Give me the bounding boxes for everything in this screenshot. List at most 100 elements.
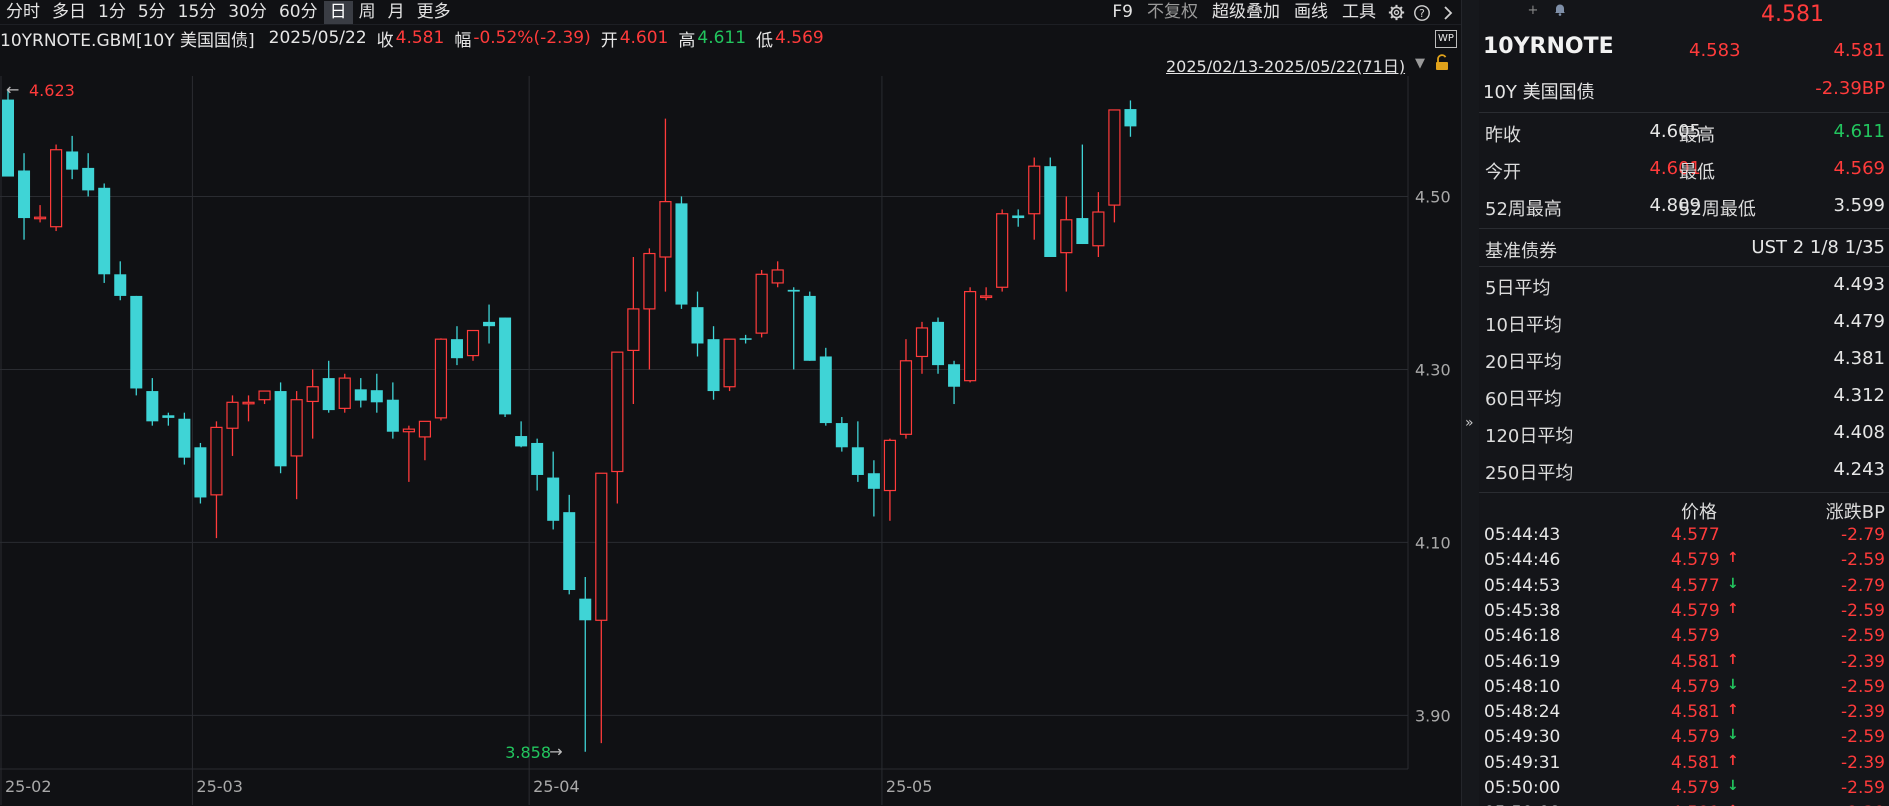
stat-label: 52周最低 [1679, 199, 1756, 220]
period-tab[interactable]: 30分 [222, 1, 273, 24]
period-tab[interactable]: 1分 [92, 1, 132, 24]
dropdown-arrow-icon[interactable]: ▼ [1415, 56, 1425, 71]
period-toolbar: 分时 多日 1分 5分 15分 30分 60分 日 周 月 更多 F9 不复权 … [0, 0, 1461, 25]
adjust-button[interactable]: 不复权 [1140, 0, 1205, 25]
candle-body [274, 391, 287, 467]
tick-time: 05:46:19 [1484, 651, 1561, 672]
candle-body [851, 447, 864, 475]
change-bp: -2.39BP [1815, 78, 1885, 99]
candle-body [899, 360, 913, 435]
ma-value: 4.312 [1833, 385, 1885, 406]
date-range-selector[interactable]: 2025/02/13-2025/05/22(71日) [1166, 53, 1405, 77]
candle-body [1044, 166, 1057, 257]
candle-body [691, 307, 704, 344]
tick-time: 05:50:00 [1484, 778, 1561, 798]
candle-body [66, 151, 79, 170]
candle-body [50, 149, 63, 228]
tick-row: 05:44:53 4.577 ↓ -2.79 [1479, 574, 1889, 599]
arrow-down-icon: ↓ [1727, 575, 1739, 592]
tick-row: 05:46:19 4.581 ↑ -2.39 [1479, 650, 1889, 675]
f9-button[interactable]: F9 [1105, 0, 1140, 25]
stat-value: 3.599 [1833, 195, 1885, 216]
divider [1479, 266, 1889, 267]
period-tab[interactable]: 60分 [273, 1, 324, 24]
symbol-code: 10YRNOTE [1483, 34, 1614, 59]
wp-badge[interactable]: WP [1435, 30, 1457, 48]
close-value: 4.581 [395, 28, 445, 48]
tick-row: 05:49:31 4.581 ↑ -2.39 [1479, 751, 1889, 776]
candle-body [1012, 215, 1025, 219]
candle-body [354, 389, 367, 401]
tick-change: -2.79 [1841, 525, 1885, 545]
help-icon[interactable]: ? [1409, 0, 1435, 25]
x-tick-label: 25-04 [533, 777, 580, 796]
draw-line-button[interactable]: 画线 [1287, 0, 1335, 25]
ma-value: 4.493 [1833, 274, 1885, 295]
chevron-right-icon[interactable] [1435, 0, 1461, 25]
candle-body [707, 339, 720, 392]
bell-icon[interactable] [1552, 3, 1568, 19]
period-tab[interactable]: 周 [353, 1, 382, 24]
tick-row: 05:50:084.581↑-2.39 [1479, 801, 1889, 806]
period-tab[interactable]: 5分 [132, 1, 172, 24]
ma-value: 4.408 [1833, 422, 1885, 443]
symbol-name: 10Y 美国国债 [1483, 82, 1595, 103]
ticks-header-price: 价格 [1681, 502, 1717, 523]
candle-body [130, 295, 143, 389]
ma-label: 120日平均 [1485, 426, 1574, 447]
candle-body [1028, 165, 1041, 215]
candle-body [114, 274, 127, 296]
tick-price: 4.577 [1671, 575, 1720, 596]
stat-row: 今开 4.601 最低 4.569 [1479, 151, 1889, 188]
period-tab[interactable]: 多日 [46, 1, 92, 24]
candle-body [226, 401, 239, 429]
tick-change: -2.59 [1841, 626, 1885, 647]
ma-value: 4.381 [1833, 348, 1885, 369]
low-label: 低 [756, 30, 774, 51]
period-tab-more[interactable]: 更多 [411, 1, 457, 24]
symbol-label: 10YRNOTE.GBM[10Y 美国国债] [0, 30, 255, 51]
tick-price: 4.581 [1671, 702, 1720, 723]
candle-body [306, 386, 319, 403]
ma-row: 60日平均 4.312 [1479, 379, 1889, 416]
period-tab[interactable]: 15分 [172, 1, 223, 24]
stat-row: 52周最高 4.809 52周最低 3.599 [1479, 188, 1889, 225]
candle-body [595, 472, 608, 621]
candle-body [755, 273, 768, 334]
candle-body [98, 187, 111, 275]
candle-body [162, 415, 175, 418]
open-label: 开 [600, 30, 618, 51]
x-tick-label: 25-02 [5, 777, 52, 796]
candle-body [980, 295, 993, 299]
candle-body [1092, 211, 1105, 247]
candle-body [434, 338, 448, 419]
benchmark-label: 基准债券 [1485, 241, 1557, 262]
tick-change: -2.59 [1841, 676, 1885, 697]
period-tab[interactable]: 月 [382, 1, 411, 24]
last-price: 4.581 [1761, 2, 1824, 27]
stat-value: 4.611 [1833, 121, 1885, 142]
candle-body [18, 170, 31, 219]
tick-time: 05:45:38 [1484, 600, 1561, 621]
lock-icon[interactable] [1434, 54, 1450, 76]
ma-label: 20日平均 [1485, 352, 1562, 373]
candle-body [386, 399, 399, 432]
candlestick-chart[interactable]: 4.50 4.30 4.10 3.90 25-02 25-03 25-04 25-05 ← 4.6… [0, 76, 1461, 806]
overlay-button[interactable]: 超级叠加 [1205, 0, 1287, 25]
close-label: 收 [376, 30, 394, 51]
candle-body [883, 439, 897, 492]
tools-button[interactable]: 工具 [1335, 0, 1383, 25]
panel-splitter[interactable] [1461, 0, 1479, 806]
high-value: 4.611 [697, 28, 747, 48]
candle-body [258, 390, 271, 401]
candle-body [579, 598, 592, 621]
arrow-down-icon: ↓ [1727, 676, 1739, 693]
collapse-icon[interactable]: » [1465, 415, 1474, 431]
tick-time: 05:48:24 [1484, 702, 1561, 723]
add-icon[interactable]: + [1525, 3, 1541, 19]
period-tab-daily[interactable]: 日 [323, 0, 353, 24]
period-tab[interactable]: 分时 [0, 1, 46, 24]
gear-icon[interactable] [1383, 0, 1409, 25]
stat-label: 今开 [1485, 162, 1521, 183]
candle-body [210, 426, 223, 496]
